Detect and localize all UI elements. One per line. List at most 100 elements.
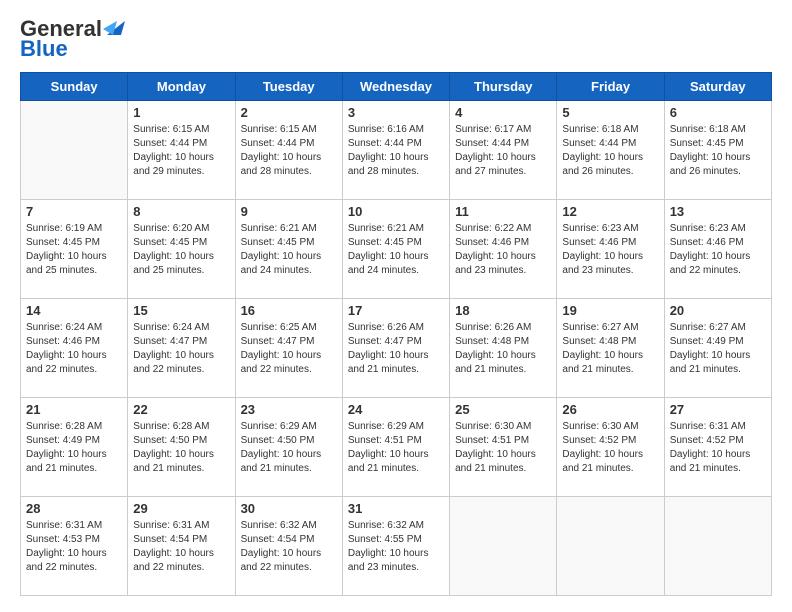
calendar-cell: 9 Sunrise: 6:21 AMSunset: 4:45 PMDaylight…	[235, 200, 342, 299]
day-info: Sunrise: 6:27 AMSunset: 4:49 PMDaylight:…	[670, 321, 766, 377]
calendar-week-3: 14 Sunrise: 6:24 AMSunset: 4:46 PMDayligh…	[21, 299, 772, 398]
calendar-cell: 25 Sunrise: 6:30 AMSunset: 4:51 PMDayligh…	[450, 398, 557, 497]
day-number: 14	[26, 303, 122, 318]
calendar-cell: 30Sunrise: 6:32 AMSunset: 4:54 PMDayligh…	[235, 497, 342, 596]
calendar-cell: 7 Sunrise: 6:19 AMSunset: 4:45 PMDaylight…	[21, 200, 128, 299]
day-number: 27	[670, 402, 766, 417]
day-number: 31	[348, 501, 444, 516]
day-info: Sunrise: 6:30 AMSunset: 4:51 PMDaylight:…	[455, 420, 551, 476]
calendar-cell	[450, 497, 557, 596]
calendar-cell: 26 Sunrise: 6:30 AMSunset: 4:52 PMDayligh…	[557, 398, 664, 497]
day-info: Sunrise: 6:18 AMSunset: 4:44 PMDaylight:…	[562, 123, 658, 179]
day-number: 11	[455, 204, 551, 219]
calendar-cell: 21 Sunrise: 6:28 AMSunset: 4:49 PMDayligh…	[21, 398, 128, 497]
logo-icon	[103, 19, 125, 35]
day-number: 10	[348, 204, 444, 219]
day-number: 8	[133, 204, 229, 219]
day-info: Sunrise: 6:32 AMSunset: 4:55 PMDaylight:…	[348, 519, 444, 575]
logo-blue: Blue	[20, 36, 68, 62]
day-number: 18	[455, 303, 551, 318]
day-info: Sunrise: 6:29 AMSunset: 4:51 PMDaylight:…	[348, 420, 444, 476]
day-info: Sunrise: 6:15 AMSunset: 4:44 PMDaylight:…	[133, 123, 229, 179]
calendar-cell: 11 Sunrise: 6:22 AMSunset: 4:46 PMDayligh…	[450, 200, 557, 299]
day-info: Sunrise: 6:31 AMSunset: 4:54 PMDaylight:…	[133, 519, 229, 575]
calendar-cell: 6 Sunrise: 6:18 AMSunset: 4:45 PMDaylight…	[664, 101, 771, 200]
day-info: Sunrise: 6:24 AMSunset: 4:47 PMDaylight:…	[133, 321, 229, 377]
calendar-cell: 16 Sunrise: 6:25 AMSunset: 4:47 PMDayligh…	[235, 299, 342, 398]
calendar-cell	[664, 497, 771, 596]
day-info: Sunrise: 6:21 AMSunset: 4:45 PMDaylight:…	[348, 222, 444, 278]
day-number: 9	[241, 204, 337, 219]
calendar-cell: 22Sunrise: 6:28 AMSunset: 4:50 PMDayligh…	[128, 398, 235, 497]
calendar-cell: 15 Sunrise: 6:24 AMSunset: 4:47 PMDayligh…	[128, 299, 235, 398]
calendar-cell	[557, 497, 664, 596]
calendar-cell: 24 Sunrise: 6:29 AMSunset: 4:51 PMDayligh…	[342, 398, 449, 497]
calendar-cell: 17 Sunrise: 6:26 AMSunset: 4:47 PMDayligh…	[342, 299, 449, 398]
calendar-cell: 28 Sunrise: 6:31 AMSunset: 4:53 PMDayligh…	[21, 497, 128, 596]
day-number: 21	[26, 402, 122, 417]
day-number: 5	[562, 105, 658, 120]
calendar-cell: 8Sunrise: 6:20 AMSunset: 4:45 PMDaylight…	[128, 200, 235, 299]
calendar-week-1: 1 Sunrise: 6:15 AMSunset: 4:44 PMDaylight…	[21, 101, 772, 200]
calendar-cell: 4 Sunrise: 6:17 AMSunset: 4:44 PMDaylight…	[450, 101, 557, 200]
day-info: Sunrise: 6:17 AMSunset: 4:44 PMDaylight:…	[455, 123, 551, 179]
day-info: Sunrise: 6:26 AMSunset: 4:47 PMDaylight:…	[348, 321, 444, 377]
weekday-header-sunday: Sunday	[21, 73, 128, 101]
calendar-week-4: 21 Sunrise: 6:28 AMSunset: 4:49 PMDayligh…	[21, 398, 772, 497]
day-number: 7	[26, 204, 122, 219]
calendar-cell: 13Sunrise: 6:23 AMSunset: 4:46 PMDayligh…	[664, 200, 771, 299]
calendar-cell: 20 Sunrise: 6:27 AMSunset: 4:49 PMDayligh…	[664, 299, 771, 398]
day-number: 2	[241, 105, 337, 120]
calendar-table: SundayMondayTuesdayWednesdayThursdayFrid…	[20, 72, 772, 596]
calendar-body: 1 Sunrise: 6:15 AMSunset: 4:44 PMDaylight…	[21, 101, 772, 596]
day-info: Sunrise: 6:31 AMSunset: 4:53 PMDaylight:…	[26, 519, 122, 575]
day-info: Sunrise: 6:28 AMSunset: 4:49 PMDaylight:…	[26, 420, 122, 476]
calendar-cell: 29 Sunrise: 6:31 AMSunset: 4:54 PMDayligh…	[128, 497, 235, 596]
day-info: Sunrise: 6:25 AMSunset: 4:47 PMDaylight:…	[241, 321, 337, 377]
day-number: 6	[670, 105, 766, 120]
day-info: Sunrise: 6:26 AMSunset: 4:48 PMDaylight:…	[455, 321, 551, 377]
day-info: Sunrise: 6:15 AMSunset: 4:44 PMDaylight:…	[241, 123, 337, 179]
day-number: 24	[348, 402, 444, 417]
day-number: 22	[133, 402, 229, 417]
day-info: Sunrise: 6:23 AMSunset: 4:46 PMDaylight:…	[562, 222, 658, 278]
weekday-header-thursday: Thursday	[450, 73, 557, 101]
day-number: 26	[562, 402, 658, 417]
calendar-cell: 18 Sunrise: 6:26 AMSunset: 4:48 PMDayligh…	[450, 299, 557, 398]
calendar-week-2: 7 Sunrise: 6:19 AMSunset: 4:45 PMDaylight…	[21, 200, 772, 299]
day-info: Sunrise: 6:23 AMSunset: 4:46 PMDaylight:…	[670, 222, 766, 278]
weekday-header-saturday: Saturday	[664, 73, 771, 101]
day-info: Sunrise: 6:22 AMSunset: 4:46 PMDaylight:…	[455, 222, 551, 278]
day-info: Sunrise: 6:24 AMSunset: 4:46 PMDaylight:…	[26, 321, 122, 377]
calendar-page: General Blue SundayMondayTuesdayWednesda…	[0, 0, 792, 612]
day-number: 12	[562, 204, 658, 219]
day-number: 4	[455, 105, 551, 120]
calendar-cell: 27Sunrise: 6:31 AMSunset: 4:52 PMDayligh…	[664, 398, 771, 497]
day-number: 20	[670, 303, 766, 318]
day-number: 15	[133, 303, 229, 318]
calendar-cell: 10 Sunrise: 6:21 AMSunset: 4:45 PMDayligh…	[342, 200, 449, 299]
day-number: 17	[348, 303, 444, 318]
day-number: 3	[348, 105, 444, 120]
day-info: Sunrise: 6:30 AMSunset: 4:52 PMDaylight:…	[562, 420, 658, 476]
day-number: 19	[562, 303, 658, 318]
logo: General Blue	[20, 16, 125, 62]
day-number: 1	[133, 105, 229, 120]
calendar-cell	[21, 101, 128, 200]
day-number: 29	[133, 501, 229, 516]
day-info: Sunrise: 6:18 AMSunset: 4:45 PMDaylight:…	[670, 123, 766, 179]
calendar-week-5: 28 Sunrise: 6:31 AMSunset: 4:53 PMDayligh…	[21, 497, 772, 596]
day-number: 25	[455, 402, 551, 417]
day-info: Sunrise: 6:19 AMSunset: 4:45 PMDaylight:…	[26, 222, 122, 278]
day-info: Sunrise: 6:29 AMSunset: 4:50 PMDaylight:…	[241, 420, 337, 476]
calendar-cell: 23 Sunrise: 6:29 AMSunset: 4:50 PMDayligh…	[235, 398, 342, 497]
calendar-cell: 2 Sunrise: 6:15 AMSunset: 4:44 PMDaylight…	[235, 101, 342, 200]
weekday-header-friday: Friday	[557, 73, 664, 101]
day-info: Sunrise: 6:27 AMSunset: 4:48 PMDaylight:…	[562, 321, 658, 377]
day-number: 28	[26, 501, 122, 516]
day-number: 23	[241, 402, 337, 417]
day-info: Sunrise: 6:32 AMSunset: 4:54 PMDaylight:…	[241, 519, 337, 575]
weekday-header-wednesday: Wednesday	[342, 73, 449, 101]
day-number: 16	[241, 303, 337, 318]
day-info: Sunrise: 6:21 AMSunset: 4:45 PMDaylight:…	[241, 222, 337, 278]
